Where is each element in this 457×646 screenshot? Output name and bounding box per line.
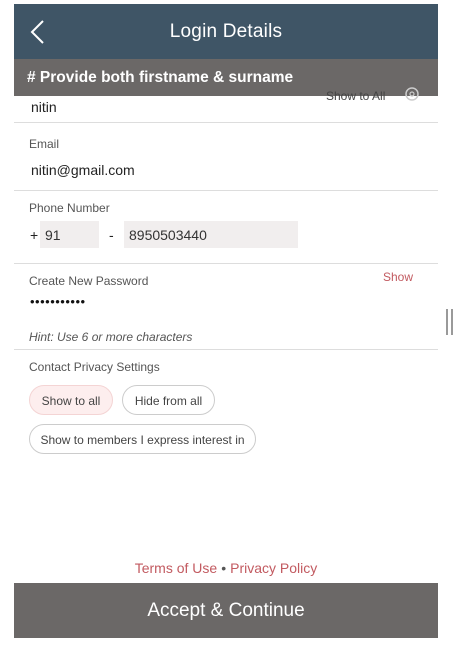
password-hint: Hint: Use 6 or more characters <box>29 330 193 344</box>
password-field[interactable]: ••••••••••• <box>30 294 86 309</box>
privacy-option-show-to-all[interactable]: Show to all <box>29 385 113 415</box>
name-value: nitin <box>31 99 57 115</box>
divider <box>14 263 438 264</box>
phone-number-input[interactable] <box>124 221 298 248</box>
accept-continue-button[interactable]: Accept & Continue <box>14 583 438 638</box>
gear-icon[interactable] <box>404 86 420 102</box>
name-visibility-label[interactable]: Show to All <box>326 89 385 103</box>
privacy-option-show-to-interested[interactable]: Show to members I express interest in <box>29 424 256 454</box>
login-details-screen: Login Details # Provide both firstname &… <box>14 4 438 638</box>
privacy-option-hide-from-all[interactable]: Hide from all <box>122 385 215 415</box>
email-label: Email <box>29 137 60 151</box>
divider <box>14 349 438 350</box>
drag-handle-icon[interactable] <box>446 309 453 335</box>
country-code-input[interactable] <box>40 221 99 248</box>
page-title: Login Details <box>169 21 283 42</box>
divider <box>14 190 438 191</box>
phone-plus-sign: + <box>30 227 39 243</box>
name-row: nitin Show to All <box>14 87 438 123</box>
terms-of-use-link[interactable]: Terms of Use <box>135 560 217 576</box>
phone-separator: - <box>109 227 114 243</box>
privacy-settings-label: Contact Privacy Settings <box>29 360 160 374</box>
password-label: Create New Password <box>29 274 149 288</box>
email-field[interactable]: nitin@gmail.com <box>31 162 135 178</box>
show-password-toggle[interactable]: Show <box>383 270 413 284</box>
phone-label: Phone Number <box>29 201 110 215</box>
privacy-policy-link[interactable]: Privacy Policy <box>230 560 317 576</box>
footer-separator: • <box>221 560 227 576</box>
top-bar: Login Details <box>14 4 438 59</box>
footer-links: Terms of Use • Privacy Policy <box>14 560 438 576</box>
